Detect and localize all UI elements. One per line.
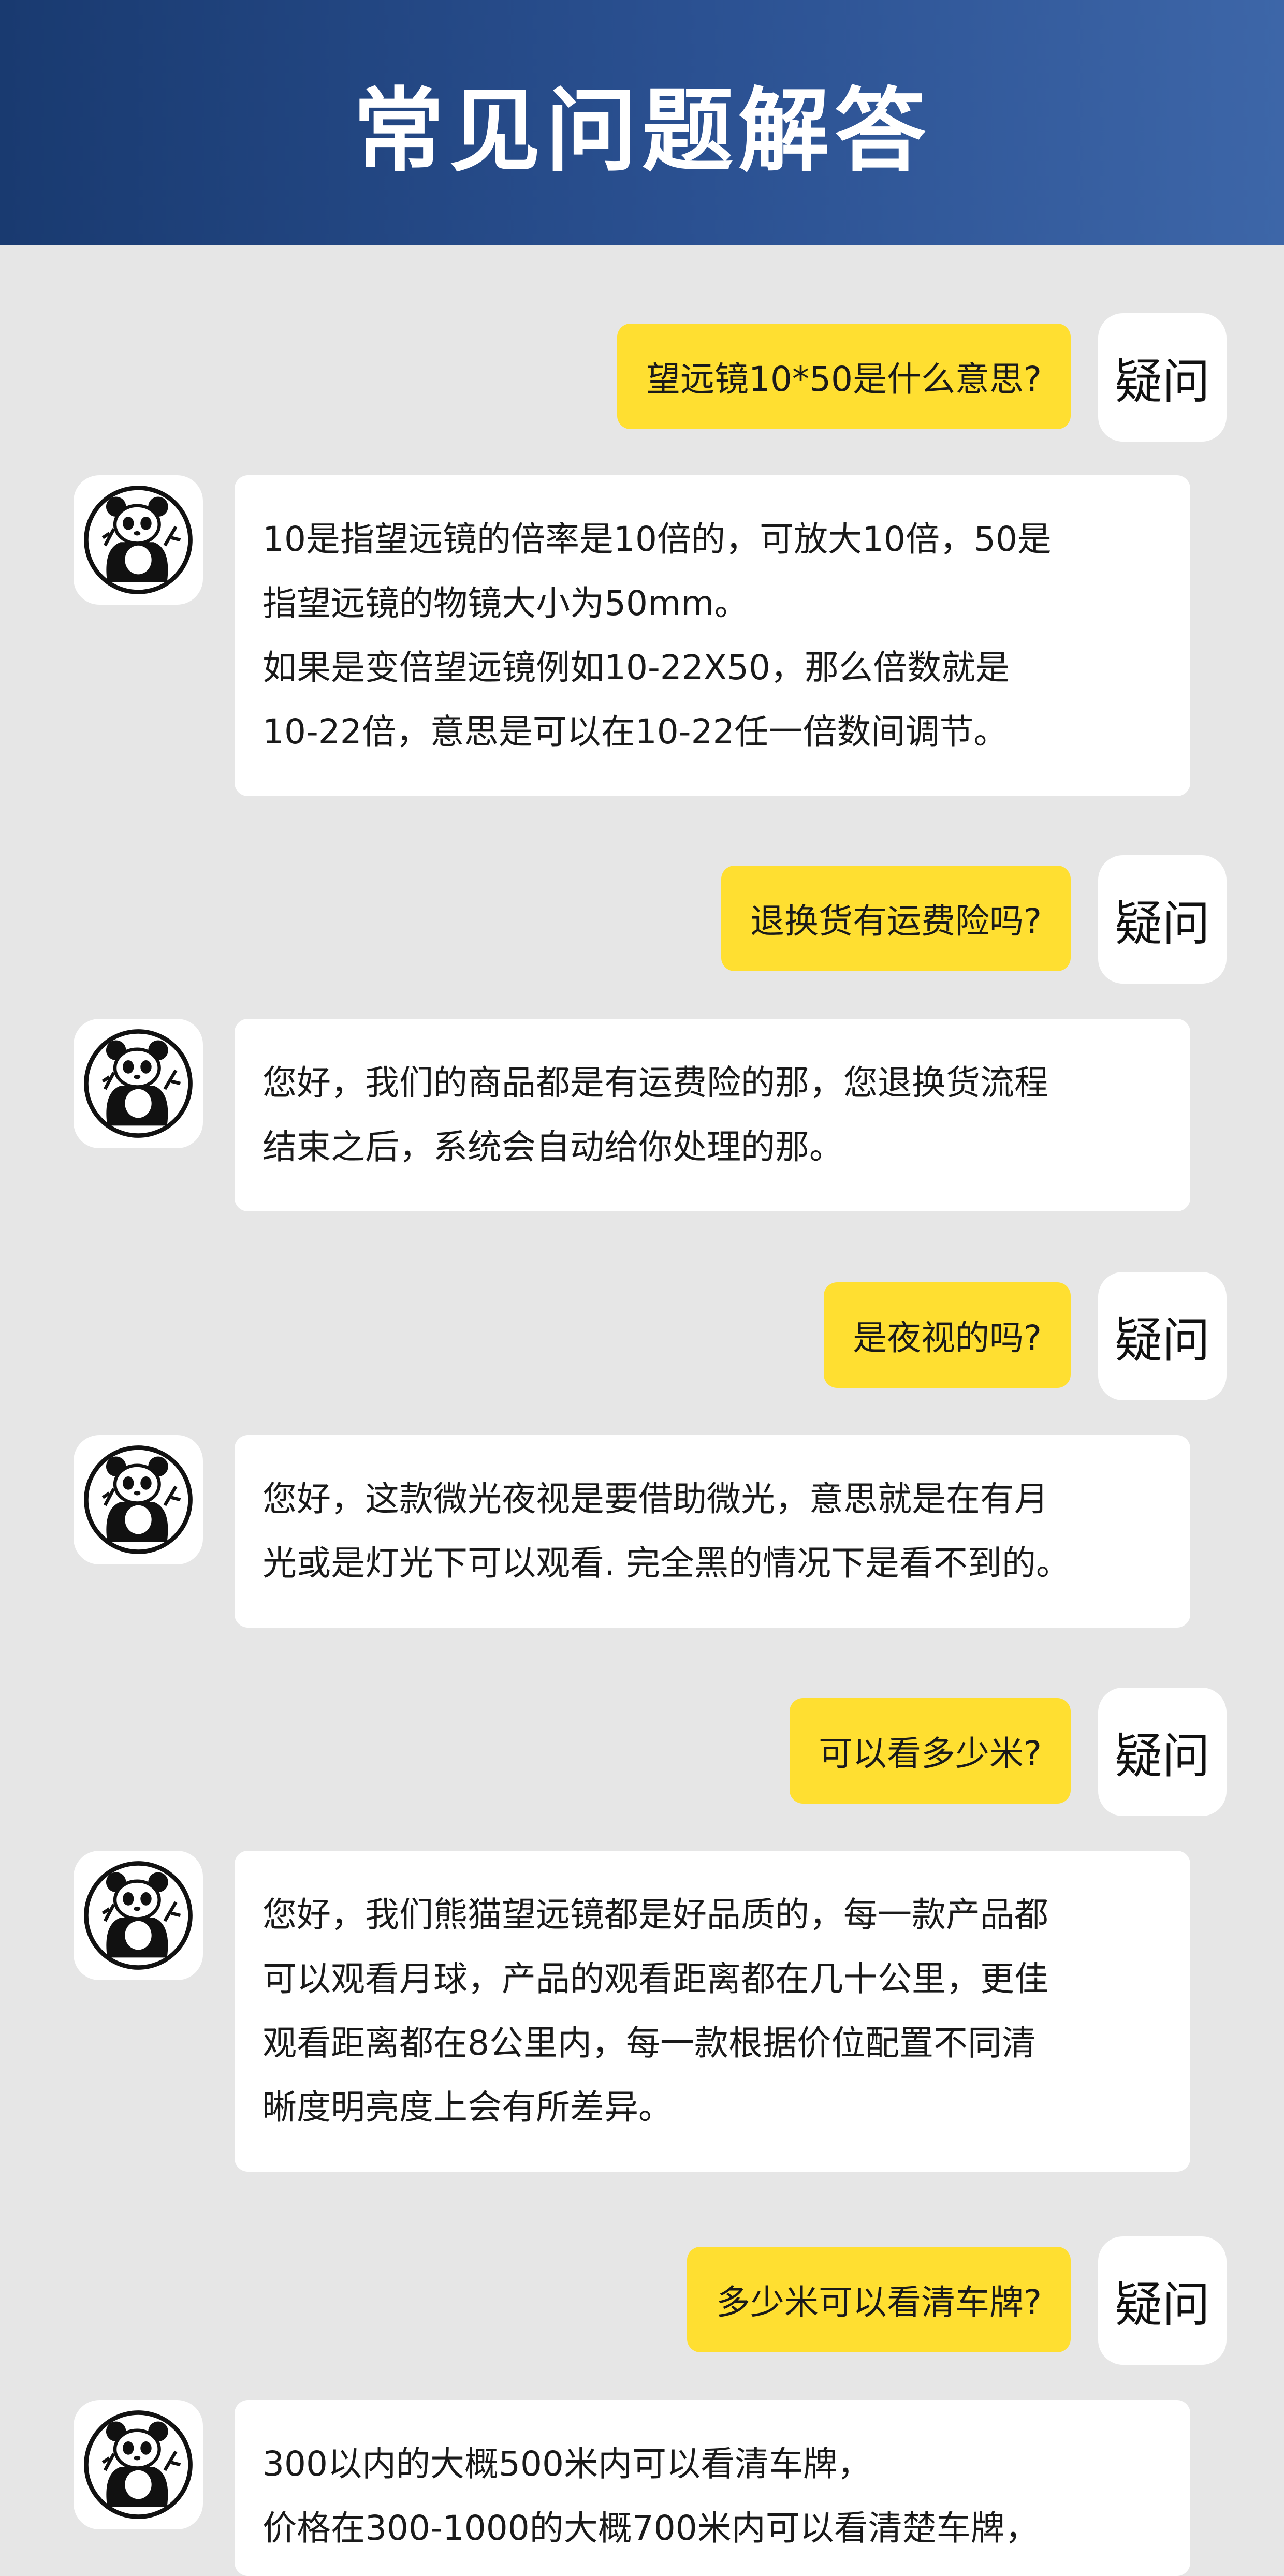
answer-bubble: 10是指望远镜的倍率是10倍的，可放大10倍，50是 指望远镜的物镜大小为50m… (235, 475, 1190, 796)
question-tag: 疑问 (1098, 313, 1227, 442)
answer-line: 您好，这款微光夜视是要借助微光，意思就是在有月 (262, 1479, 1048, 1519)
panda-avatar (74, 2400, 203, 2529)
answer-line: 10是指望远镜的倍率是10倍的，可放大10倍，50是 (262, 519, 1052, 559)
question-tag: 疑问 (1098, 1688, 1227, 1816)
answer-bubble: 您好，我们的商品都是有运费险的那，您退换货流程 结束之后，系统会自动给你处理的那… (235, 1019, 1190, 1211)
answer-line: 可以观看月球，产品的观看距离都在几十公里，更佳 (262, 1959, 1048, 1999)
question-text: 退换货有运费险吗? (750, 901, 1042, 941)
question-text: 望远镜10*50是什么意思? (646, 359, 1042, 399)
question-text: 是夜视的吗? (852, 1318, 1042, 1358)
page-header: 常见问题解答 (0, 0, 1284, 245)
panda-icon (83, 485, 194, 595)
answer-bubble: 您好，这款微光夜视是要借助微光，意思就是在有月 光或是灯光下可以观看. 完全黑的… (235, 1435, 1190, 1628)
answer-line: 如果是变倍望远镜例如10-22X50，那么倍数就是 (262, 648, 1010, 687)
question-tag: 疑问 (1098, 1272, 1227, 1400)
question-bubble: 可以看多少米? (789, 1698, 1071, 1804)
answer-line: 光或是灯光下可以观看. 完全黑的情况下是看不到的。 (262, 1543, 1070, 1583)
question-bubble: 是夜视的吗? (823, 1282, 1071, 1388)
question-bubble: 多少米可以看清车牌? (687, 2247, 1071, 2352)
answer-line: 300以内的大概500米内可以看清车牌， (262, 2444, 871, 2484)
answer-bubble: 300以内的大概500米内可以看清车牌， 价格在300-1000的大概700米内… (235, 2400, 1190, 2576)
answer-line: 晰度明亮度上会有所差异。 (262, 2087, 673, 2127)
answer-line: 观看距离都在8公里内，每一款根据价位配置不同清 (262, 2023, 1036, 2063)
question-tag: 疑问 (1098, 2236, 1227, 2365)
answer-line: 结束之后，系统会自动给你处理的那。 (262, 1127, 843, 1167)
panda-avatar (74, 1851, 203, 1980)
question-bubble: 退换货有运费险吗? (721, 866, 1071, 971)
page-title: 常见问题解答 (353, 78, 931, 184)
answer-bubble: 您好，我们熊猫望远镜都是好品质的，每一款产品都 可以观看月球，产品的观看距离都在… (235, 1851, 1190, 2172)
panda-icon (83, 1860, 194, 1971)
panda-icon (83, 1028, 194, 1139)
question-bubble: 望远镜10*50是什么意思? (617, 324, 1071, 429)
answer-line: 指望远镜的物镜大小为50mm。 (262, 583, 749, 623)
question-tag: 疑问 (1098, 855, 1227, 984)
panda-avatar (74, 1435, 203, 1564)
question-text: 多少米可以看清车牌? (716, 2282, 1042, 2322)
answer-line: 10-22倍，意思是可以在10-22任一倍数间调节。 (262, 712, 1008, 752)
panda-icon (83, 1444, 194, 1555)
answer-line: 您好，我们熊猫望远镜都是好品质的，每一款产品都 (262, 1895, 1048, 1935)
panda-avatar (74, 475, 203, 605)
question-text: 可以看多少米? (818, 1734, 1042, 1774)
answer-line: 您好，我们的商品都是有运费险的那，您退换货流程 (262, 1063, 1048, 1103)
answer-line: 价格在300-1000的大概700米内可以看清楚车牌， (262, 2508, 1039, 2548)
panda-icon (83, 2409, 194, 2520)
panda-avatar (74, 1019, 203, 1148)
